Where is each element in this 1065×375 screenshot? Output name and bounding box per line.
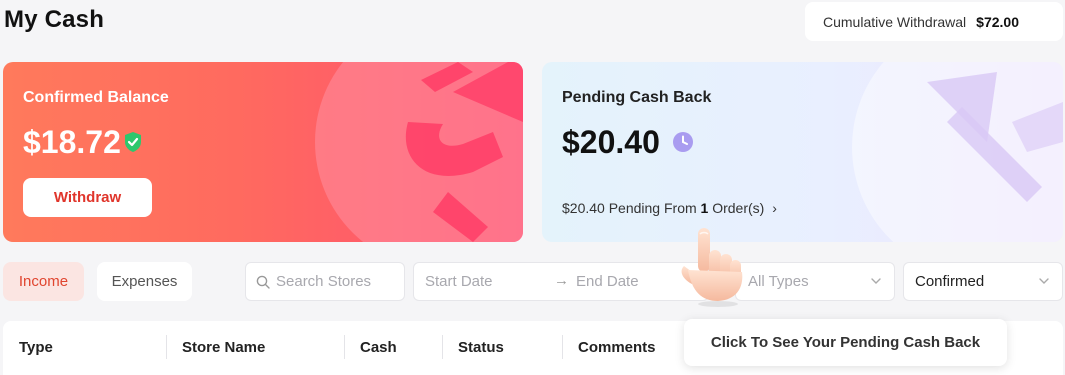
- date-range-picker[interactable]: Start Date → End Date: [413, 262, 709, 301]
- pending-link-prefix: $20.40 Pending From: [562, 200, 701, 216]
- type-select-value: All Types: [748, 273, 809, 290]
- confirmed-balance-label: Confirmed Balance: [23, 89, 169, 106]
- search-placeholder: Search Stores: [276, 273, 372, 290]
- tab-income[interactable]: Income: [3, 262, 84, 301]
- column-header-type: Type: [19, 339, 53, 356]
- column-header-store-name: Store Name: [182, 339, 266, 356]
- pointing-hand-icon: [681, 228, 743, 307]
- arrow-right-icon: →: [554, 272, 569, 289]
- column-header-status: Status: [458, 339, 504, 356]
- pending-orders-link[interactable]: $20.40 Pending From 1 Order(s) ›: [562, 200, 777, 216]
- column-header-cash: Cash: [360, 339, 397, 356]
- end-date-input[interactable]: End Date: [576, 273, 639, 290]
- tab-expenses[interactable]: Expenses: [97, 262, 192, 301]
- cumulative-withdrawal: Cumulative Withdrawal $72.00: [805, 2, 1063, 41]
- pending-cash-back-card[interactable]: Pending Cash Back $20.40 $20.40 Pending …: [542, 62, 1063, 242]
- start-date-input[interactable]: Start Date: [425, 273, 493, 290]
- column-divider: [562, 335, 563, 359]
- pending-cash-back-label: Pending Cash Back: [562, 89, 712, 106]
- column-divider: [166, 335, 167, 359]
- search-icon: [256, 275, 270, 289]
- cumulative-label: Cumulative Withdrawal: [823, 13, 967, 30]
- column-divider: [344, 335, 345, 359]
- status-select-value: Confirmed: [915, 273, 985, 290]
- page-title: My Cash: [4, 6, 105, 33]
- type-select[interactable]: All Types: [735, 262, 895, 301]
- status-select[interactable]: Confirmed: [903, 262, 1063, 301]
- pending-cash-back-amount: $20.40: [562, 124, 660, 160]
- withdraw-button[interactable]: Withdraw: [23, 178, 152, 217]
- search-input[interactable]: Search Stores: [245, 262, 405, 301]
- confirmed-balance-amount: $18.72: [23, 124, 121, 160]
- column-header-comments: Comments: [578, 339, 656, 356]
- chevron-right-icon: ›: [772, 200, 777, 216]
- cumulative-amount: $72.00: [976, 13, 1019, 30]
- shield-check-icon: [125, 132, 141, 152]
- pending-cash-back-tooltip: Click To See Your Pending Cash Back: [684, 319, 1007, 366]
- column-divider: [442, 335, 443, 359]
- chevron-down-icon: [1039, 278, 1049, 284]
- confirmed-balance-card: Confirmed Balance $18.72 Withdraw: [3, 62, 523, 242]
- clock-icon: [673, 132, 693, 152]
- pending-link-suffix: Order(s): [708, 200, 765, 216]
- chevron-down-icon: [871, 278, 881, 284]
